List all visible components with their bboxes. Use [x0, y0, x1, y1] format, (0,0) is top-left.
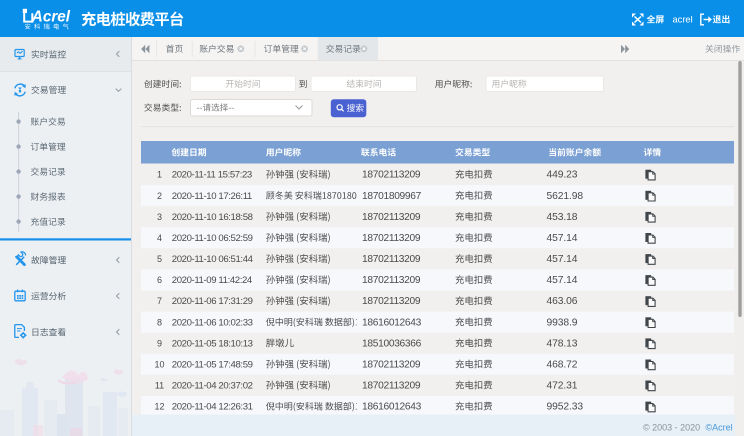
svg-text:478.13: 478.13	[547, 338, 578, 349]
svg-text:2020-11-10 06:52:59: 2020-11-10 06:52:59	[172, 233, 253, 244]
svg-text:18702113209: 18702113209	[362, 275, 421, 286]
svg-text:453.18: 453.18	[547, 212, 578, 223]
svg-text:18702113209: 18702113209	[362, 381, 421, 392]
svg-text:5: 5	[157, 254, 162, 264]
svg-text:6: 6	[157, 275, 162, 285]
svg-text:468.72: 468.72	[547, 360, 578, 371]
svg-text:12: 12	[154, 402, 164, 412]
svg-text:18510036366: 18510036366	[362, 338, 422, 349]
svg-text:9952.33: 9952.33	[547, 402, 584, 413]
svg-text:18702113209: 18702113209	[362, 254, 421, 265]
svg-text:10: 10	[154, 360, 164, 370]
svg-text:18616012643: 18616012643	[362, 317, 422, 328]
svg-text:3: 3	[157, 212, 162, 222]
svg-text:2020-11-09 11:42:24: 2020-11-09 11:42:24	[172, 275, 253, 286]
svg-text:18702113209: 18702113209	[362, 170, 421, 181]
svg-text:18616012643: 18616012643	[362, 402, 422, 413]
svg-text:457.14: 457.14	[547, 254, 578, 265]
svg-text:acrel: acrel	[673, 14, 693, 24]
svg-text:2020-11-10 17:26:11: 2020-11-10 17:26:11	[172, 191, 252, 202]
svg-text:©Acrel: ©Acrel	[706, 423, 733, 433]
svg-text:463.06: 463.06	[547, 296, 578, 307]
svg-text:2020-11-06 10:02:33: 2020-11-06 10:02:33	[172, 317, 253, 328]
svg-text:18702113209: 18702113209	[362, 212, 421, 223]
svg-text:11: 11	[155, 381, 164, 391]
svg-text:457.14: 457.14	[547, 233, 578, 244]
svg-text:2020-11-10 06:51:44: 2020-11-10 06:51:44	[172, 254, 254, 265]
svg-text:4: 4	[157, 233, 162, 243]
svg-text:2020-11-04 12:26:31: 2020-11-04 12:26:31	[172, 402, 253, 413]
svg-text:9938.9: 9938.9	[547, 317, 578, 328]
svg-text:1: 1	[157, 170, 162, 180]
svg-text:18702113209: 18702113209	[362, 360, 421, 371]
svg-text:Acrel: Acrel	[31, 8, 71, 25]
svg-text:2020-11-11 15:57:23: 2020-11-11 15:57:23	[172, 170, 252, 181]
svg-text:2020-11-05 17:48:59: 2020-11-05 17:48:59	[172, 360, 253, 371]
svg-text:7: 7	[157, 296, 162, 306]
svg-text:© 2003 - 2020: © 2003 - 2020	[643, 423, 700, 433]
svg-text:18702113209: 18702113209	[362, 296, 421, 307]
svg-text:18701809967: 18701809967	[362, 191, 422, 202]
svg-text:2020-11-06 17:31:29: 2020-11-06 17:31:29	[172, 296, 253, 307]
svg-text:449.23: 449.23	[547, 170, 578, 181]
svg-text:2020-11-04 20:37:02: 2020-11-04 20:37:02	[172, 381, 253, 392]
svg-text:2: 2	[157, 191, 162, 201]
svg-text:8: 8	[157, 317, 162, 327]
svg-text:9: 9	[157, 338, 162, 348]
svg-text:18702113209: 18702113209	[362, 233, 421, 244]
svg-text:2020-11-10 16:18:58: 2020-11-10 16:18:58	[172, 212, 253, 223]
svg-text:5621.98: 5621.98	[547, 191, 584, 202]
svg-text:2020-11-05 18:10:13: 2020-11-05 18:10:13	[172, 338, 253, 349]
svg-text:457.14: 457.14	[547, 275, 578, 286]
svg-text:472.31: 472.31	[547, 381, 578, 392]
